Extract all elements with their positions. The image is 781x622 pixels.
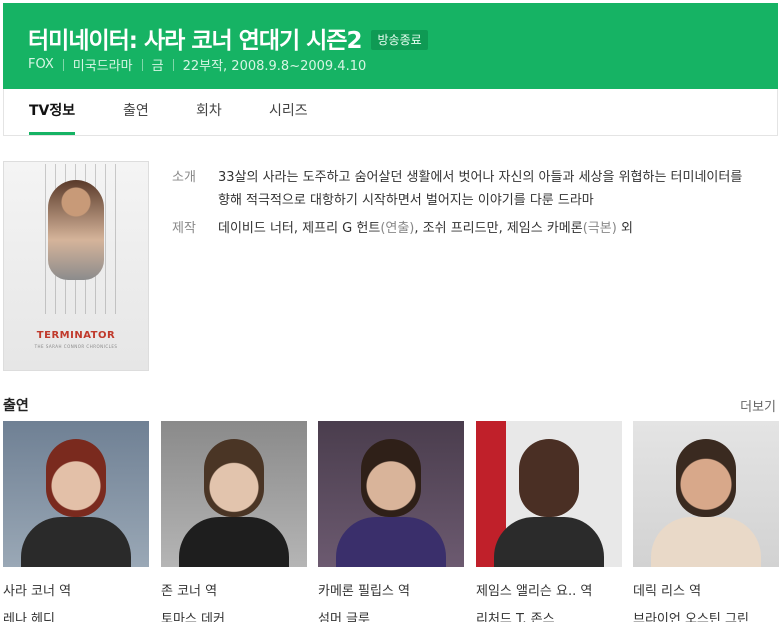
cast-card[interactable]: 존 코너 역 토마스 데커 <box>161 421 307 622</box>
cast-photo-head-art <box>361 439 421 517</box>
cast-card[interactable]: 데릭 리스 역 브라이언 오스틴 그린 <box>633 421 779 622</box>
cast-actor-name[interactable]: 섬머 글루 <box>318 608 464 622</box>
cast-photo-body-art <box>336 517 446 567</box>
cast-actor-name[interactable]: 토마스 데커 <box>161 608 307 622</box>
cast-photo-body-art <box>179 517 289 567</box>
cast-role: 제임스 앨리슨 요.. 역 <box>476 584 593 599</box>
cast-actor-name[interactable]: 리처드 T. 존스 <box>476 608 622 622</box>
tab-cast[interactable]: 출연 <box>123 89 149 135</box>
tab-tv-info[interactable]: TV정보 <box>29 89 76 135</box>
cast-role: 데릭 리스 역 <box>633 584 702 599</box>
cast-card[interactable]: 사라 코너 역 레나 헤디 <box>3 421 149 622</box>
staff-role: (극본) <box>582 221 617 236</box>
meta-channel[interactable]: FOX <box>28 57 54 72</box>
program-meta: FOX 미국드라마 금 22부작, 2008.9.8~2009.4.10 <box>28 55 366 74</box>
staff-name[interactable]: 데이비드 너터 <box>218 221 294 236</box>
cast-photo-head-art <box>46 439 106 517</box>
staff-list: 데이비드 너터, 제프리 G 헌트(연출), 조쉬 프리드만, 제임스 카메론(… <box>218 217 758 240</box>
meta-airday: 금 <box>151 59 164 74</box>
poster-subtitle-text: THE SARAH CONNOR CHRONICLES <box>34 344 118 349</box>
staff-name[interactable]: 조쉬 프리드만 <box>423 221 499 236</box>
program-info: 소개 33살의 사라는 도주하고 숨어살던 생활에서 벗어나 자신의 아들과 세… <box>172 166 762 240</box>
tab-series[interactable]: 시리즈 <box>269 89 308 135</box>
staff-label: 제작 <box>172 221 196 236</box>
meta-divider <box>141 58 143 71</box>
synopsis-label: 소개 <box>172 170 196 185</box>
meta-episodes-dates: 22부작, 2008.9.8~2009.4.10 <box>182 59 367 74</box>
program-header: 터미네이터: 사라 코너 연대기 시즌2 방송종료 FOX 미국드라마 금 22… <box>3 3 778 89</box>
cast-section-title: 출연 <box>3 398 29 414</box>
meta-divider <box>62 58 64 71</box>
program-title: 터미네이터: 사라 코너 연대기 시즌2 <box>28 28 362 54</box>
tab-bar: TV정보 출연 회차 시리즈 <box>3 89 778 136</box>
cast-actor-name[interactable]: 레나 헤디 <box>3 608 149 622</box>
staff-separator: , <box>293 221 303 236</box>
staff-name[interactable]: 제프리 G 헌트 <box>302 221 380 236</box>
status-badge: 방송종료 <box>371 29 428 50</box>
cast-photo[interactable] <box>3 421 149 567</box>
cast-role: 카메론 필립스 역 <box>318 584 410 599</box>
cast-actor-name[interactable]: 브라이언 오스틴 그린 <box>633 608 779 622</box>
cast-card[interactable]: 카메론 필립스 역 섬머 글루 <box>318 421 464 622</box>
cast-photo[interactable] <box>633 421 779 567</box>
staff-role: (연출) <box>380 221 415 236</box>
cast-role: 존 코너 역 <box>161 584 218 599</box>
cast-photo-head-art <box>676 439 736 517</box>
tab-episodes[interactable]: 회차 <box>196 89 222 135</box>
staff-separator: , <box>414 221 423 236</box>
poster-logo-text: TERMINATOR <box>36 330 116 341</box>
meta-genre: 미국드라마 <box>72 59 133 74</box>
cast-photo[interactable] <box>476 421 622 567</box>
cast-photo-body-art <box>651 517 761 567</box>
cast-photo[interactable] <box>318 421 464 567</box>
staff-row: 제작 데이비드 너터, 제프리 G 헌트(연출), 조쉬 프리드만, 제임스 카… <box>172 217 762 240</box>
cast-section-header: 출연 더보기 <box>3 395 778 415</box>
cast-photo[interactable] <box>161 421 307 567</box>
cast-card[interactable]: 제임스 앨리슨 요.. 역 리처드 T. 존스 <box>476 421 622 622</box>
cast-role: 사라 코너 역 <box>3 584 72 599</box>
meta-divider <box>172 58 174 71</box>
staff-name[interactable]: 제임스 카메론 <box>507 221 583 236</box>
poster-figure-art <box>48 180 104 280</box>
cast-photo-body-art <box>494 517 604 567</box>
staff-etc: 외 <box>620 221 633 236</box>
title-row: 터미네이터: 사라 코너 연대기 시즌2 방송종료 <box>28 21 428 55</box>
synopsis-row: 소개 33살의 사라는 도주하고 숨어살던 생활에서 벗어나 자신의 아들과 세… <box>172 166 762 212</box>
synopsis-text: 33살의 사라는 도주하고 숨어살던 생활에서 벗어나 자신의 아들과 세상을 … <box>218 170 743 208</box>
cast-photo-head-art <box>519 439 579 517</box>
poster-image[interactable]: TERMINATOR THE SARAH CONNOR CHRONICLES <box>3 161 149 371</box>
cast-photo-body-art <box>21 517 131 567</box>
more-link[interactable]: 더보기 <box>740 396 776 415</box>
staff-separator: , <box>498 221 507 236</box>
cast-photo-head-art <box>204 439 264 517</box>
